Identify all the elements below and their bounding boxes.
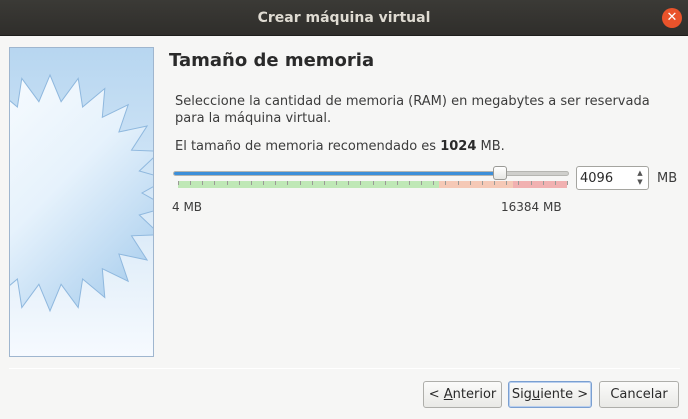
scale-tick [190, 181, 191, 185]
scale-tick [227, 181, 228, 185]
scale-tick [336, 181, 337, 185]
scale-tick [287, 181, 288, 185]
scale-tick [555, 181, 556, 185]
scale-tick [494, 181, 495, 185]
star-badge-icon [10, 73, 153, 313]
scale-tick [506, 181, 507, 185]
scale-tick [385, 181, 386, 185]
next-button-prefix: Sig [511, 387, 532, 402]
page-title: Tamaño de memoria [169, 50, 375, 71]
scale-tick [251, 181, 252, 185]
scale-tick [567, 181, 568, 185]
chevron-up-icon[interactable]: ▲ [634, 169, 646, 178]
page-description: Seleccione la cantidad de memoria (RAM) … [175, 94, 650, 126]
back-button-prefix: < [428, 387, 444, 402]
scale-tick [470, 181, 471, 185]
memory-slider-track[interactable] [173, 171, 569, 176]
next-button[interactable]: Siguiente > [508, 381, 592, 408]
scale-tick [360, 181, 361, 185]
scale-tick [202, 181, 203, 185]
memory-min-label: 4 MB [172, 200, 203, 214]
chevron-down-icon[interactable]: ▼ [634, 178, 646, 187]
recommended-memory-text: El tamaño de memoria recomendado es 1024… [175, 139, 505, 154]
memory-max-label: 16384 MB [501, 200, 562, 214]
scale-tick [275, 181, 276, 185]
scale-tick [300, 181, 301, 185]
memory-scale-ticks [178, 181, 568, 185]
scale-tick [543, 181, 544, 185]
close-icon[interactable]: ✕ [662, 8, 682, 28]
memory-unit-label: MB [657, 171, 678, 186]
scale-tick [324, 181, 325, 185]
memory-slider-fill [174, 172, 499, 175]
title-bar: Crear máquina virtual ✕ [0, 0, 688, 36]
back-button[interactable]: < Anterior [423, 381, 502, 408]
recommended-prefix: El tamaño de memoria recomendado es [175, 139, 441, 154]
back-button-mnemonic: A [443, 387, 453, 402]
scale-tick [458, 181, 459, 185]
memory-input[interactable] [580, 169, 634, 187]
cancel-button[interactable]: Cancelar [599, 381, 679, 408]
scale-tick [409, 181, 410, 185]
scale-tick [445, 181, 446, 185]
scale-tick [421, 181, 422, 185]
scale-tick [263, 181, 264, 185]
scale-tick [312, 181, 313, 185]
spinbox-arrows[interactable]: ▲ ▼ [634, 169, 646, 187]
scale-tick [433, 181, 434, 185]
next-button-rest: iente > [540, 387, 589, 402]
next-button-mnemonic: u [531, 387, 541, 402]
scale-tick [482, 181, 483, 185]
scale-tick [178, 181, 179, 185]
scale-tick [397, 181, 398, 185]
scale-tick [531, 181, 532, 185]
recommended-suffix: MB. [476, 139, 505, 154]
wizard-side-image [9, 47, 154, 357]
scale-tick [239, 181, 240, 185]
window-title: Crear máquina virtual [257, 10, 431, 26]
memory-slider-handle[interactable] [493, 166, 508, 180]
recommended-value: 1024 [440, 139, 477, 154]
scale-tick [373, 181, 374, 185]
footer-separator [9, 368, 680, 369]
memory-spinbox[interactable]: ▲ ▼ [576, 166, 649, 190]
scale-tick [214, 181, 215, 185]
scale-tick [348, 181, 349, 185]
back-button-rest: nterior [452, 387, 497, 402]
scale-tick [518, 181, 519, 185]
